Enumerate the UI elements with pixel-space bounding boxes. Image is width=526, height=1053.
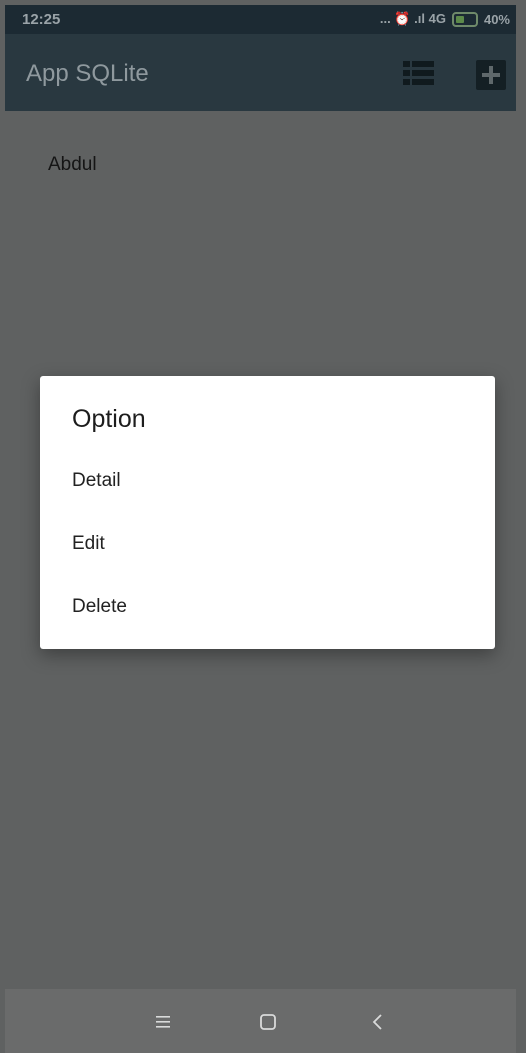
back-icon[interactable] [363, 1007, 393, 1037]
list-icon[interactable] [403, 61, 434, 85]
dialog-option-label: Edit [72, 533, 105, 554]
battery-charging-icon [451, 11, 478, 27]
dialog-option-label: Detail [72, 470, 121, 491]
status-time: 12:25 [22, 11, 61, 28]
dialog-option-delete[interactable]: Delete [40, 578, 495, 636]
app-title: App SQLite [26, 60, 149, 87]
menu-icon[interactable] [148, 1007, 178, 1037]
dialog-title: Option [72, 405, 146, 433]
home-icon[interactable] [253, 1007, 283, 1037]
dialog-option-edit[interactable]: Edit [40, 515, 495, 573]
nav-bar [5, 989, 516, 1053]
dialog-option-detail[interactable]: Detail [40, 452, 495, 510]
screen: 12:25 ... ⏰ .ıl 4G 40% App SQLite Abdul … [0, 0, 526, 1053]
option-dialog: Option Detail Edit Delete [40, 376, 495, 649]
status-indicators: ... ⏰ .ıl 4G 40% [380, 11, 510, 27]
add-icon[interactable] [476, 60, 506, 90]
status-indicator-text: ... ⏰ .ıl 4G [379, 11, 446, 26]
list-item[interactable]: Abdul [48, 154, 97, 176]
battery-percent: 40% [483, 11, 510, 27]
app-bar: App SQLite [5, 34, 516, 111]
dialog-option-label: Delete [72, 596, 127, 617]
status-bar: 12:25 ... ⏰ .ıl 4G 40% [5, 5, 516, 34]
